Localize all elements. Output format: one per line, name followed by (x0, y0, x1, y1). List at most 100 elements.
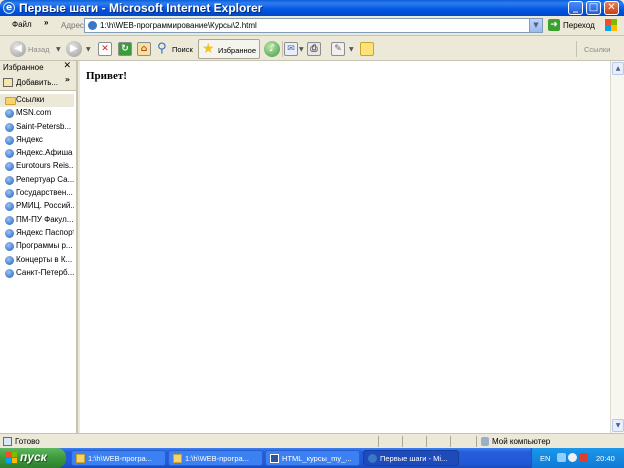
taskbar-button-active[interactable]: Первые шаги - Mi... (363, 450, 459, 466)
scroll-up-icon[interactable]: ▲ (612, 62, 624, 75)
list-item-label: ПМ-ПУ Факул... (16, 214, 74, 224)
scroll-down-icon[interactable]: ▼ (612, 419, 624, 432)
my-computer-icon (481, 437, 489, 446)
list-item-label: Концерты в К... (16, 254, 73, 264)
list-item[interactable]: ПМ-ПУ Факул... (0, 214, 76, 227)
ie-page-icon (5, 189, 14, 199)
refresh-icon[interactable]: ↻ (118, 42, 132, 56)
mail-icon[interactable]: ✉ (284, 42, 298, 56)
list-item[interactable]: Яндекс.Афиша (0, 147, 76, 160)
list-item[interactable]: Государствен... (0, 187, 76, 200)
list-item[interactable]: Eurotours Reis... (0, 160, 76, 173)
stop-icon[interactable]: ✕ (98, 42, 112, 56)
favorites-label: Избранное (218, 46, 257, 55)
language-indicator[interactable]: EN (540, 454, 550, 463)
media-icon[interactable]: ♪ (264, 41, 280, 57)
list-item[interactable]: Санкт-Петерб... (0, 267, 76, 280)
status-bar: Готово Мой компьютер (0, 433, 624, 448)
list-item[interactable]: Яндекс Паспорт (0, 227, 76, 240)
word-document-icon (270, 454, 279, 463)
ie-page-icon (5, 255, 14, 265)
maximize-button[interactable]: □ (586, 1, 601, 15)
go-button[interactable]: Переход (563, 21, 595, 30)
status-separator (402, 436, 403, 447)
edit-dropdown-icon[interactable]: ▼ (349, 46, 354, 53)
search-button[interactable]: Поиск (172, 45, 193, 54)
antivirus-icon[interactable] (568, 453, 577, 462)
ie-page-icon (5, 202, 14, 212)
ie-page-icon (5, 268, 14, 278)
windows-logo-icon (6, 452, 17, 463)
vertical-scrollbar[interactable]: ▲ ▼ (610, 61, 624, 433)
menu-file[interactable]: Файл (12, 20, 32, 29)
favorites-button[interactable]: ★ Избранное (198, 39, 260, 59)
edit-icon[interactable]: ✎ (331, 42, 345, 56)
mail-dropdown-icon[interactable]: ▼ (299, 46, 304, 53)
go-arrow-icon[interactable]: ➜ (548, 19, 560, 31)
list-item-label: Государствен... (16, 188, 73, 198)
list-item[interactable]: Репертуар Са... (0, 174, 76, 187)
taskbar-button-label: 1:\h\WEB-програ... (185, 454, 249, 463)
back-dropdown-icon[interactable]: ▼ (56, 46, 61, 53)
title-bar[interactable]: e Первые шаги - Microsoft Internet Explo… (0, 0, 624, 16)
list-item[interactable]: Яндекс (0, 134, 76, 147)
home-icon[interactable]: ⌂ (137, 42, 151, 56)
taskbar-button[interactable]: 1:\h\WEB-програ... (168, 450, 263, 466)
list-item-label: Яндекс (16, 134, 43, 144)
close-icon[interactable]: ✕ (63, 61, 71, 71)
favorites-header: Избранное ✕ (0, 61, 76, 75)
ie-page-icon (5, 149, 14, 159)
page-icon (88, 21, 97, 30)
menu-address-bar: Файл » Адрес: 1:\h\WEB-программирование\… (0, 16, 624, 36)
back-button[interactable]: Назад (28, 45, 50, 54)
toolbar: ◀ Назад ▼ ▶ ▼ ✕ ↻ ⌂ ⚲ Поиск ★ Избранное … (0, 37, 624, 61)
close-button[interactable]: ✕ (604, 1, 619, 15)
add-favorite-label: Добавить... (16, 78, 59, 87)
network-icon[interactable] (557, 453, 566, 462)
list-item-label: Репертуар Са... (16, 174, 74, 184)
internet-explorer-icon: e (3, 2, 15, 14)
add-favorite-button[interactable]: Добавить... » (0, 75, 76, 91)
forward-dropdown-icon[interactable]: ▼ (86, 46, 91, 53)
chevron-icon[interactable]: » (65, 75, 70, 84)
address-label: Адрес: (61, 21, 87, 30)
address-input[interactable]: 1:\h\WEB-программирование\Курсы\2.html ▼ (84, 18, 543, 33)
list-item[interactable]: Saint-Petersb... (0, 121, 76, 134)
taskbar-button-label: 1:\h\WEB-програ... (88, 454, 152, 463)
list-item[interactable]: MSN.com (0, 107, 76, 120)
status-separator (426, 436, 427, 447)
taskbar-button-label: Первые шаги - Mi... (380, 454, 448, 463)
messenger-icon[interactable] (360, 42, 374, 56)
ie-page-icon (5, 162, 14, 172)
list-item[interactable]: РМИЦ. Россий... (0, 200, 76, 213)
list-item[interactable]: Ссылки (0, 94, 74, 108)
clock: 20:40 (596, 454, 615, 463)
links-button[interactable]: Ссылки (584, 45, 610, 54)
list-item-label: Яндекс Паспорт (16, 227, 74, 237)
toolbar-separator (576, 41, 577, 57)
taskbar-button[interactable]: HTML_курсы_my_... (265, 450, 360, 466)
ie-page-icon (5, 175, 14, 185)
ie-page-icon (5, 215, 14, 225)
address-value[interactable]: 1:\h\WEB-программирование\Курсы\2.html (100, 21, 257, 30)
back-arrow-icon[interactable]: ◀ (10, 41, 26, 57)
page-text: Привет! (86, 70, 127, 82)
list-item[interactable]: Программы р... (0, 240, 76, 253)
folder-icon (76, 454, 85, 463)
ie-page-icon (5, 109, 14, 119)
start-button[interactable]: пуск (0, 448, 66, 468)
folder-icon (5, 97, 16, 105)
forward-arrow-icon[interactable]: ▶ (66, 41, 82, 57)
taskbar: пуск 1:\h\WEB-програ... 1:\h\WEB-програ.… (0, 448, 624, 468)
list-item[interactable]: Концерты в К... (0, 254, 76, 267)
address-dropdown-icon[interactable]: ▼ (529, 19, 542, 32)
tray-app-icon[interactable] (579, 453, 588, 462)
search-icon[interactable]: ⚲ (157, 41, 167, 56)
taskbar-button[interactable]: 1:\h\WEB-програ... (71, 450, 166, 466)
print-icon[interactable]: ⎙ (307, 42, 321, 56)
menu-chevron-icon[interactable]: » (44, 18, 48, 27)
folder-icon (173, 454, 182, 463)
minimize-button[interactable]: _ (568, 1, 583, 15)
window-title: Первые шаги - Microsoft Internet Explore… (19, 1, 263, 15)
done-page-icon (3, 437, 12, 446)
